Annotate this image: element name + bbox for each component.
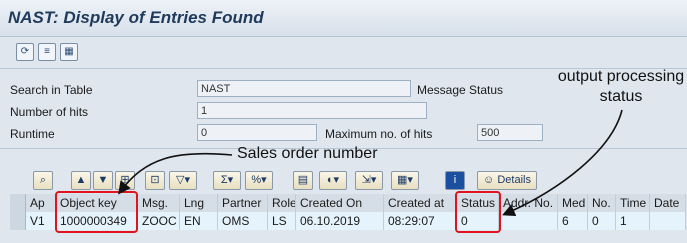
sales-order-arrow: [118, 152, 233, 195]
status-arrow: [502, 109, 623, 217]
annotation-arrows: [118, 109, 623, 217]
